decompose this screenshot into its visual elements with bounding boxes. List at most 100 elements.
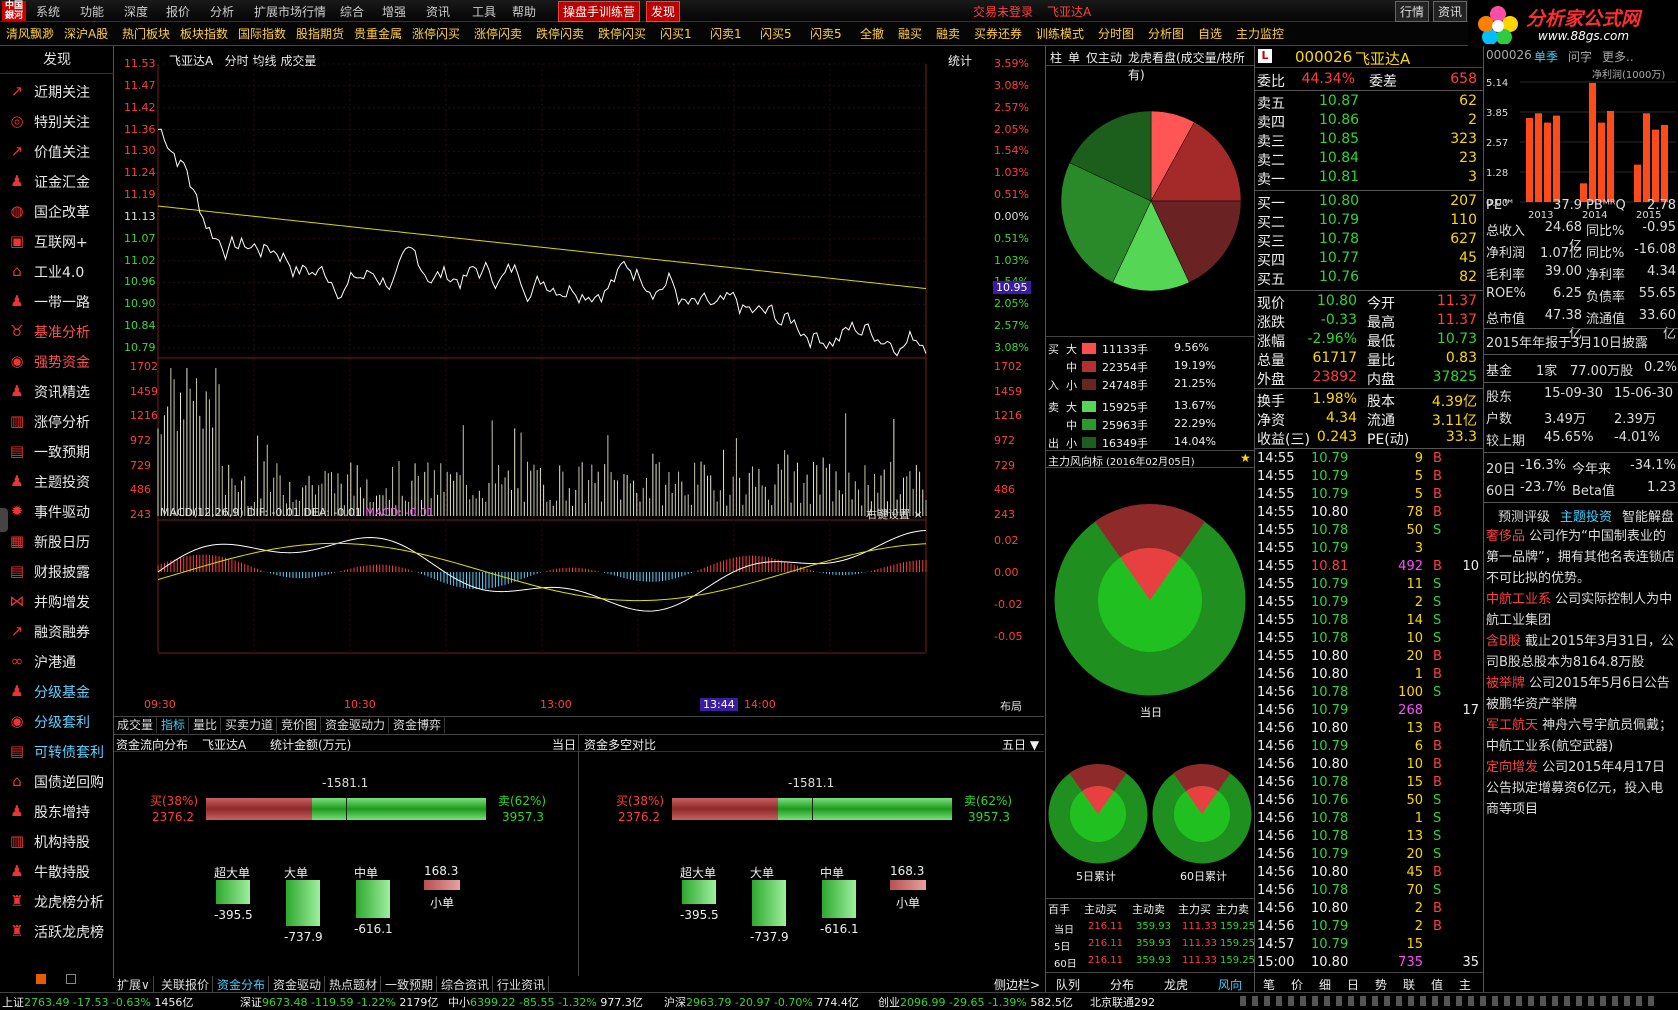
quote-bottom-tab[interactable]: 势 <box>1375 976 1387 993</box>
sidebar-item[interactable]: ♟ 主题投资 <box>0 466 114 496</box>
menu-item[interactable]: 系统 <box>36 3 60 20</box>
login-status[interactable]: 交易未登录 <box>973 3 1033 20</box>
menu-item[interactable]: 综合 <box>340 3 364 20</box>
sidebar-item[interactable]: ♟ 股东增持 <box>0 796 114 826</box>
bottom-tab[interactable]: 热点题材 <box>326 976 382 993</box>
sidebar-item[interactable]: ♜ 活跃龙虎榜 <box>0 916 114 946</box>
toolbar-button[interactable]: 股指期货 <box>296 25 344 42</box>
toolbar-button[interactable]: 跌停闪买 <box>598 25 646 42</box>
toolbar-button[interactable]: 买券还券 <box>974 25 1022 42</box>
sidebar-item[interactable]: ◉ 分级套利 <box>0 706 114 736</box>
order-flow-tab[interactable]: 仅主动 <box>1086 49 1122 66</box>
sidebar-page-dot[interactable] <box>66 974 76 984</box>
chart-indicator-tab[interactable]: 资金博弈 <box>390 717 446 733</box>
layout-button[interactable]: 布局 <box>1000 698 1022 714</box>
menu-discover[interactable]: 发现 <box>646 1 681 22</box>
toolbar-button[interactable]: 闪卖5 <box>810 25 842 42</box>
toolbar-button[interactable]: 自选 <box>1198 25 1222 42</box>
sidebar-item[interactable]: ▥ 涨停分析 <box>0 406 114 436</box>
bottom-tab[interactable]: 扩展∨ <box>114 976 154 993</box>
sidebar-collapse-handle[interactable] <box>0 508 8 532</box>
theme-tag[interactable]: 含B股 <box>1486 634 1521 649</box>
menu-item[interactable]: 工具 <box>472 3 496 20</box>
sidebar-item[interactable]: ↗ 价值关注 <box>0 136 114 166</box>
f10-sub-tab[interactable]: 预测评级 <box>1498 506 1550 525</box>
brand-url[interactable]: www.88gs.com <box>1538 29 1629 43</box>
quote-bottom-tab[interactable]: 笔 <box>1263 976 1275 993</box>
toolbar-button[interactable]: 国际指数 <box>238 25 286 42</box>
menu-item[interactable]: 报价 <box>166 3 190 20</box>
sidebar-item[interactable]: ♟ 资讯精选 <box>0 376 114 406</box>
sidebar-item[interactable]: ↗ 近期关注 <box>0 76 114 106</box>
toolbar-button[interactable]: 贵重金属 <box>354 25 402 42</box>
theme-tag[interactable]: 被举牌 <box>1486 676 1525 691</box>
toolbar-button[interactable]: 主力监控 <box>1236 25 1284 42</box>
sidebar-item[interactable]: ♟ 分级基金 <box>0 676 114 706</box>
chart-canvas[interactable] <box>114 46 1044 714</box>
sidebar-item[interactable]: ♜ 龙虎榜分析 <box>0 886 114 916</box>
toolbar-button[interactable]: 融卖 <box>936 25 960 42</box>
theme-tag[interactable]: 定向增发 <box>1486 760 1538 775</box>
bottom-tab[interactable]: 行业资讯 <box>494 976 550 993</box>
f10-tab[interactable]: 更多.. <box>1602 48 1634 65</box>
sidebar-item[interactable]: ▦ 新股日历 <box>0 526 114 556</box>
sidebar-item[interactable]: ♟ 一带一路 <box>0 286 114 316</box>
toolbar-button[interactable]: 训练模式 <box>1036 25 1084 42</box>
chart-indicator-tab[interactable]: 资金驱动力 <box>322 717 390 733</box>
sidebar-item[interactable]: ▤ 一致预期 <box>0 436 114 466</box>
f10-tab[interactable]: 单季 <box>1534 48 1558 65</box>
menu-right-button[interactable]: 资讯 <box>1433 1 1468 22</box>
menu-right-button[interactable]: 行情 <box>1395 1 1430 22</box>
bottom-tab[interactable]: 综合资讯 <box>438 976 494 993</box>
quote-bottom-tab[interactable]: 值 <box>1431 976 1443 993</box>
toolbar-button[interactable]: 涨停闪卖 <box>474 25 522 42</box>
bottom-tab[interactable]: 关联报价 <box>158 976 214 993</box>
sidebar-item[interactable]: ◍ 国企改革 <box>0 196 114 226</box>
sidebar-item[interactable]: ↗ 融资融券 <box>0 616 114 646</box>
menu-item[interactable]: 帮助 <box>512 3 536 20</box>
mid-bottom-tab[interactable]: 队列 <box>1056 976 1080 993</box>
menu-item[interactable]: 扩展市场行情 <box>254 3 326 20</box>
order-flow-tab[interactable]: 柱 <box>1050 49 1062 66</box>
menu-item[interactable]: 资讯 <box>426 3 450 20</box>
sidebar-item[interactable]: ♟ 证金汇金 <box>0 166 114 196</box>
sidebar-item[interactable]: ▣ 互联网+ <box>0 226 114 256</box>
sidebar-toggle[interactable]: 侧边栏> <box>994 976 1040 993</box>
sidebar-item[interactable]: ◎ 特别关注 <box>0 106 114 136</box>
sidebar-item[interactable]: ⌂ 国债逆回购 <box>0 766 114 796</box>
intraday-chart[interactable]: 飞亚达A 分时 均线 成交量 统计 11.53 3.59% 11.47 3.08% 11… <box>114 46 1044 714</box>
toolbar-button[interactable]: 清风飘渺 <box>6 25 54 42</box>
menu-training-camp[interactable]: 操盘手训练营 <box>558 1 641 22</box>
order-flow-tab[interactable]: 单 <box>1068 49 1080 66</box>
fund-period-today[interactable]: 当日 <box>552 736 576 753</box>
toolbar-button[interactable]: 融买 <box>898 25 922 42</box>
chart-indicator-tab[interactable]: 成交量 <box>114 717 158 733</box>
chart-indicator-tab[interactable]: 指标 <box>158 717 190 733</box>
toolbar-button[interactable]: 闪卖1 <box>710 25 742 42</box>
theme-tag[interactable]: 奢侈品 <box>1486 529 1525 544</box>
sidebar-item[interactable]: ◉ 强势资金 <box>0 346 114 376</box>
toolbar-button[interactable]: 热门板块 <box>122 25 170 42</box>
sidebar-item[interactable]: ✹ 事件驱动 <box>0 496 114 526</box>
menu-item[interactable]: 增强 <box>382 3 406 20</box>
chart-indicator-tab[interactable]: 量比 <box>190 717 222 733</box>
toolbar-button[interactable]: 深沪A股 <box>64 25 108 42</box>
sidebar-item[interactable]: ▤ 财报披露 <box>0 556 114 586</box>
bottom-tab[interactable]: 资金驱动 <box>270 976 326 993</box>
quote-bottom-tab[interactable]: 细 <box>1319 976 1331 993</box>
toolbar-button[interactable]: 跌停闪卖 <box>536 25 584 42</box>
f10-tab[interactable]: 问字 <box>1568 48 1592 65</box>
sidebar-item[interactable]: ▥ 机构持股 <box>0 826 114 856</box>
star-icon[interactable]: ★ <box>1240 451 1251 465</box>
fund-period-select[interactable]: 五日 ▼ <box>1002 736 1039 753</box>
macd-settings[interactable]: 右键设置 × <box>866 506 923 522</box>
chart-indicator-tab[interactable]: 竞价图 <box>278 717 322 733</box>
bottom-tab[interactable]: 资金分布 <box>214 976 270 993</box>
quote-bottom-tab[interactable]: 价 <box>1291 976 1303 993</box>
quote-bottom-tab[interactable]: 主 <box>1459 976 1471 993</box>
toolbar-button[interactable]: 闪买1 <box>660 25 692 42</box>
sidebar-item[interactable]: ⋈ 并购增发 <box>0 586 114 616</box>
sidebar-item[interactable]: ♟ 牛散持股 <box>0 856 114 886</box>
mid-bottom-tab[interactable]: 龙虎 <box>1164 976 1188 993</box>
bottom-tab[interactable]: 一致预期 <box>382 976 438 993</box>
